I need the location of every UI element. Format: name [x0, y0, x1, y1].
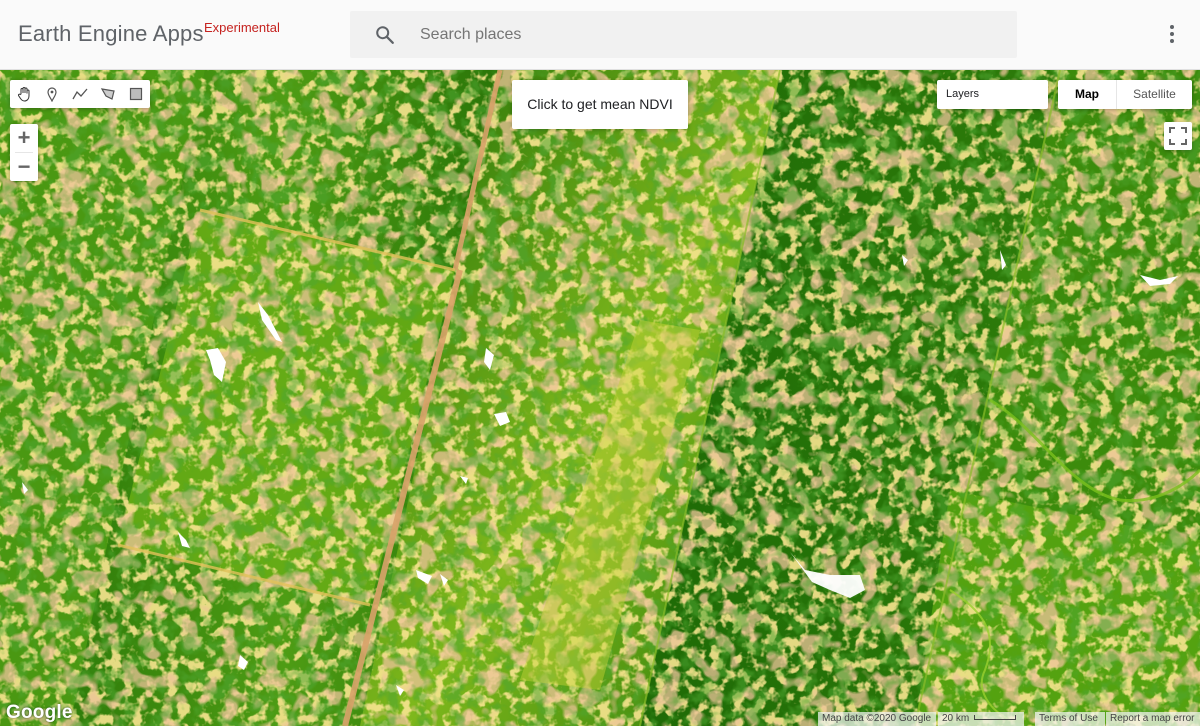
- marker-icon: [47, 87, 57, 102]
- hand-icon: [17, 87, 30, 102]
- polygon-tool[interactable]: [94, 80, 122, 108]
- map-data-attribution: Map data ©2020 Google: [818, 712, 936, 726]
- map-type-control: Map Satellite: [1058, 80, 1192, 109]
- google-logo: Google: [6, 702, 73, 723]
- ndvi-info-panel: Click to get mean NDVI: [512, 80, 688, 129]
- zoom-control: + −: [10, 124, 38, 181]
- zoom-out-button[interactable]: −: [10, 153, 38, 181]
- layers-dropdown[interactable]: Layers: [937, 80, 1048, 109]
- search-box[interactable]: [350, 11, 1017, 58]
- hand-tool[interactable]: [10, 80, 38, 108]
- fullscreen-icon: [1169, 127, 1187, 145]
- app-title: Earth Engine Apps: [18, 21, 204, 46]
- search-input[interactable]: [420, 11, 1000, 58]
- more-vert-icon[interactable]: [1160, 22, 1184, 46]
- drawing-toolbar: [10, 80, 150, 108]
- terms-of-use-link[interactable]: Terms of Use: [1035, 712, 1105, 726]
- search-icon[interactable]: [374, 24, 396, 46]
- map-canvas[interactable]: + − Click to get mean NDVI Layers Map Sa…: [0, 70, 1200, 726]
- polyline-icon: [72, 88, 88, 100]
- point-tool[interactable]: [38, 80, 66, 108]
- line-tool[interactable]: [66, 80, 94, 108]
- rectangle-icon: [129, 87, 143, 101]
- polygon-icon: [100, 88, 115, 100]
- app-header: Earth Engine Apps Experimental: [0, 0, 1200, 70]
- rectangle-tool[interactable]: [122, 80, 150, 108]
- experimental-badge: Experimental: [204, 20, 280, 35]
- map-type-map-button[interactable]: Map: [1058, 80, 1116, 109]
- report-map-error-link[interactable]: Report a map error: [1106, 712, 1200, 726]
- ndvi-imagery: [0, 70, 1200, 726]
- zoom-in-button[interactable]: +: [10, 124, 38, 152]
- scale-label: 20 km: [942, 713, 970, 724]
- fullscreen-button[interactable]: [1164, 122, 1192, 150]
- scale-indicator[interactable]: 20 km: [938, 712, 1024, 726]
- scale-bar: [974, 715, 1016, 720]
- map-type-satellite-button[interactable]: Satellite: [1116, 80, 1192, 109]
